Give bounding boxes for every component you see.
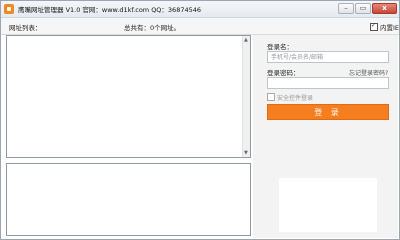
url-list-scrollbar[interactable]: ▲ ▼ [242,36,250,157]
main-window: 鹰嘴网址管理器 V1.0 官网：www.d1kf.com QQ：36874546… [0,0,400,240]
safe-control-toggle[interactable]: 安全控件登录 [267,93,313,102]
login-panel: 登录名： 登录密码： 忘记登录密码? 安全控件登录 登 录 [253,35,398,238]
password-input[interactable] [268,78,388,88]
password-field-box [267,77,389,89]
embed-ie-checkbox[interactable] [370,22,378,31]
username-field-box [267,51,389,63]
app-logo-icon [4,4,14,14]
embed-ie-toggle[interactable]: 内置IE [370,22,399,32]
log-output-box[interactable] [6,163,251,236]
safe-control-label: 安全控件登录 [277,95,314,102]
window-title: 鹰嘴网址管理器 V1.0 官网：www.d1kf.com QQ：36874546 [18,6,202,14]
forgot-password-link[interactable]: 忘记登录密码? [349,68,388,77]
url-list-label: 网址列表： [9,24,42,32]
scroll-up-icon[interactable]: ▲ [244,37,248,43]
username-label: 登录名： [267,43,293,51]
password-label: 登录密码： [267,69,300,77]
info-area [279,178,377,232]
close-button[interactable]: x [372,3,397,14]
embed-ie-label: 内置IE [380,24,400,32]
login-button[interactable]: 登 录 [267,104,389,120]
url-list-box[interactable]: ▲ ▼ [6,35,251,158]
title-bar: 鹰嘴网址管理器 V1.0 官网：www.d1kf.com QQ：36874546… [1,1,399,18]
url-total-count: 总共有：0个网址。 [124,24,181,32]
safe-control-checkbox[interactable] [267,93,275,101]
scroll-down-icon[interactable]: ▼ [244,150,248,156]
toolbar: 网址列表： 总共有：0个网址。 内置IE [1,18,399,35]
minimize-button[interactable]: – [338,3,354,14]
username-input[interactable] [268,52,388,62]
maximize-button[interactable]: ▭ [355,3,371,14]
